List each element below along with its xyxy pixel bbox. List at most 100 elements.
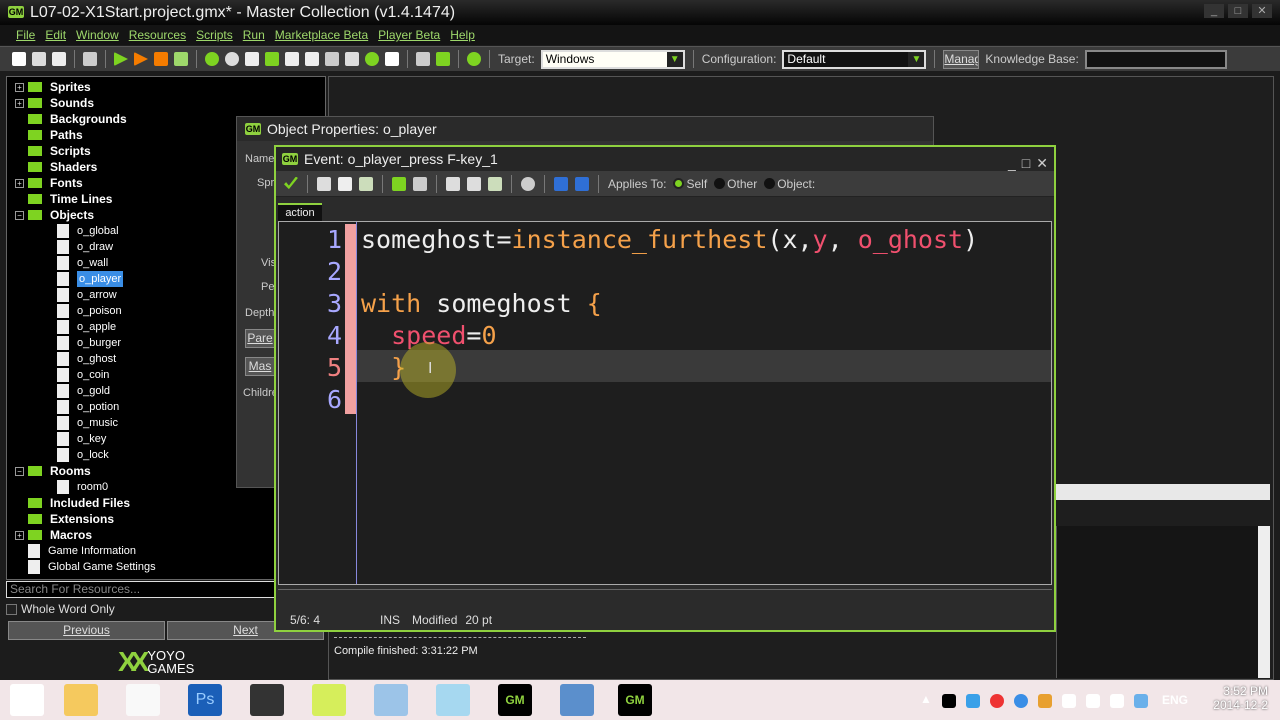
menu-run[interactable]: Run — [243, 25, 265, 45]
notepad-icon[interactable] — [436, 684, 470, 716]
menu-scripts[interactable]: Scripts — [196, 25, 233, 45]
camtasia-icon[interactable] — [250, 684, 284, 716]
volume-icon[interactable] — [1110, 694, 1124, 708]
clean-icon[interactable] — [174, 52, 188, 66]
security-tray-icon[interactable] — [1038, 694, 1052, 708]
tree-folder-sounds[interactable]: + Sounds — [7, 95, 325, 111]
language-indicator[interactable]: ENG — [1162, 693, 1188, 707]
gamemaker-taskbar-icon[interactable]: GM — [498, 684, 532, 716]
new-icon[interactable] — [12, 52, 26, 66]
mask-button[interactable]: Mas — [245, 357, 275, 376]
debug-icon[interactable] — [134, 52, 148, 66]
show-hidden-icons[interactable]: ▲ — [920, 692, 932, 706]
maximize-button[interactable]: □ — [1022, 151, 1030, 175]
page-icon[interactable] — [575, 176, 589, 191]
whole-word-checkbox[interactable] — [6, 603, 17, 615]
check-icon[interactable] — [284, 176, 298, 190]
menu-player-beta[interactable]: Player Beta — [378, 25, 440, 45]
extension-icon[interactable] — [436, 52, 450, 66]
manage-button[interactable]: Manag — [943, 49, 980, 69]
path-icon[interactable] — [265, 52, 279, 66]
clock[interactable]: 3:52 PM 2014-12-2 — [1213, 684, 1268, 712]
code-editor[interactable]: 1 2 3 4 5 6 someghost=instance_furthest(x,y, … — [278, 221, 1052, 585]
close-button[interactable]: ✕ — [1252, 4, 1272, 18]
sprite-icon[interactable] — [205, 52, 219, 66]
menu-file[interactable]: File — [16, 25, 35, 45]
minimize-button[interactable]: _ — [1008, 151, 1016, 175]
power-tray-icon[interactable] — [966, 694, 980, 708]
sound-icon[interactable] — [225, 52, 239, 66]
close-button[interactable]: ✕ — [1036, 151, 1048, 175]
menu-edit[interactable]: Edit — [45, 25, 66, 45]
menu-marketplace-beta[interactable]: Marketplace Beta — [275, 25, 368, 45]
room-icon[interactable] — [385, 52, 399, 66]
applies-object-radio[interactable]: Object: — [764, 177, 815, 191]
applies-self-radio[interactable]: Self — [673, 177, 707, 191]
maximize-button[interactable]: □ — [1228, 4, 1248, 18]
battery-icon[interactable] — [1062, 694, 1076, 708]
save-icon[interactable] — [338, 176, 352, 191]
previous-button[interactable]: Previous — [8, 621, 165, 640]
persistent-checkbox[interactable]: Pe — [261, 281, 274, 293]
font-icon[interactable] — [325, 52, 339, 66]
record-tray-icon[interactable] — [990, 694, 1004, 708]
shader-icon[interactable] — [305, 52, 319, 66]
knowledge-base-input[interactable] — [1084, 49, 1227, 69]
create-executable-icon[interactable] — [83, 52, 97, 66]
start-button[interactable] — [10, 684, 44, 716]
background-icon[interactable] — [245, 52, 259, 66]
gamemaker-tray-icon[interactable] — [942, 694, 956, 708]
apps-icon[interactable] — [126, 684, 160, 716]
copy-icon[interactable] — [467, 176, 481, 191]
sticky-notes-icon[interactable] — [312, 684, 346, 716]
signal-icon[interactable] — [1086, 694, 1100, 708]
tab-action[interactable]: action — [278, 203, 322, 221]
expand-icon[interactable]: + — [15, 98, 24, 108]
object-icon[interactable] — [365, 52, 379, 66]
open-icon[interactable] — [32, 52, 46, 66]
search-icon[interactable] — [521, 176, 535, 191]
minimize-button[interactable]: _ — [1204, 4, 1224, 18]
collapse-icon[interactable]: − — [15, 210, 24, 220]
photoshop-icon[interactable]: Ps — [188, 684, 222, 716]
open-icon[interactable] — [317, 176, 331, 191]
cut-icon[interactable] — [446, 176, 460, 191]
configuration-select[interactable]: Default ▼ — [782, 49, 927, 69]
redo-icon[interactable] — [413, 176, 427, 191]
scrollbar[interactable] — [1258, 526, 1270, 678]
network-tray-icon[interactable] — [1014, 694, 1028, 708]
collapse-icon[interactable]: − — [15, 466, 24, 476]
tree-item-label: Game Information — [48, 545, 137, 557]
expand-icon[interactable]: + — [15, 530, 24, 540]
changed-lines-marker — [345, 224, 356, 414]
gamemaker-taskbar-icon[interactable]: GM — [618, 684, 652, 716]
expand-icon[interactable]: + — [15, 178, 24, 188]
applies-other-radio[interactable]: Other — [714, 177, 757, 191]
game-settings-icon[interactable] — [416, 52, 430, 66]
code-view-icon[interactable] — [554, 176, 568, 191]
target-select[interactable]: Windows ▼ — [540, 49, 685, 69]
file-explorer-icon[interactable] — [64, 684, 98, 716]
dropbox-icon[interactable] — [1134, 694, 1148, 708]
help-icon[interactable] — [467, 52, 481, 66]
expand-icon[interactable]: + — [15, 82, 24, 92]
calculator-icon[interactable] — [374, 684, 408, 716]
tree-folder-sprites[interactable]: + Sprites — [7, 79, 325, 95]
run-icon[interactable] — [114, 52, 128, 66]
menu-window[interactable]: Window — [76, 25, 119, 45]
save-icon[interactable] — [52, 52, 66, 66]
chevron-down-icon: ▼ — [908, 51, 925, 67]
timeline-icon[interactable] — [345, 52, 359, 66]
parent-button[interactable]: Pare — [245, 329, 275, 348]
paste-icon[interactable] — [488, 176, 502, 191]
code-line[interactable]: with someghost { — [361, 288, 602, 320]
code-line[interactable]: someghost=instance_furthest(x,y, o_ghost… — [361, 224, 978, 256]
undo-icon[interactable] — [392, 176, 406, 191]
menu-resources[interactable]: Resources — [129, 25, 186, 45]
script-icon[interactable] — [285, 52, 299, 66]
resource-icon — [57, 304, 69, 318]
menu-help[interactable]: Help — [450, 25, 475, 45]
document-icon[interactable] — [560, 684, 594, 716]
stop-icon[interactable] — [154, 52, 168, 66]
print-icon[interactable] — [359, 176, 373, 191]
